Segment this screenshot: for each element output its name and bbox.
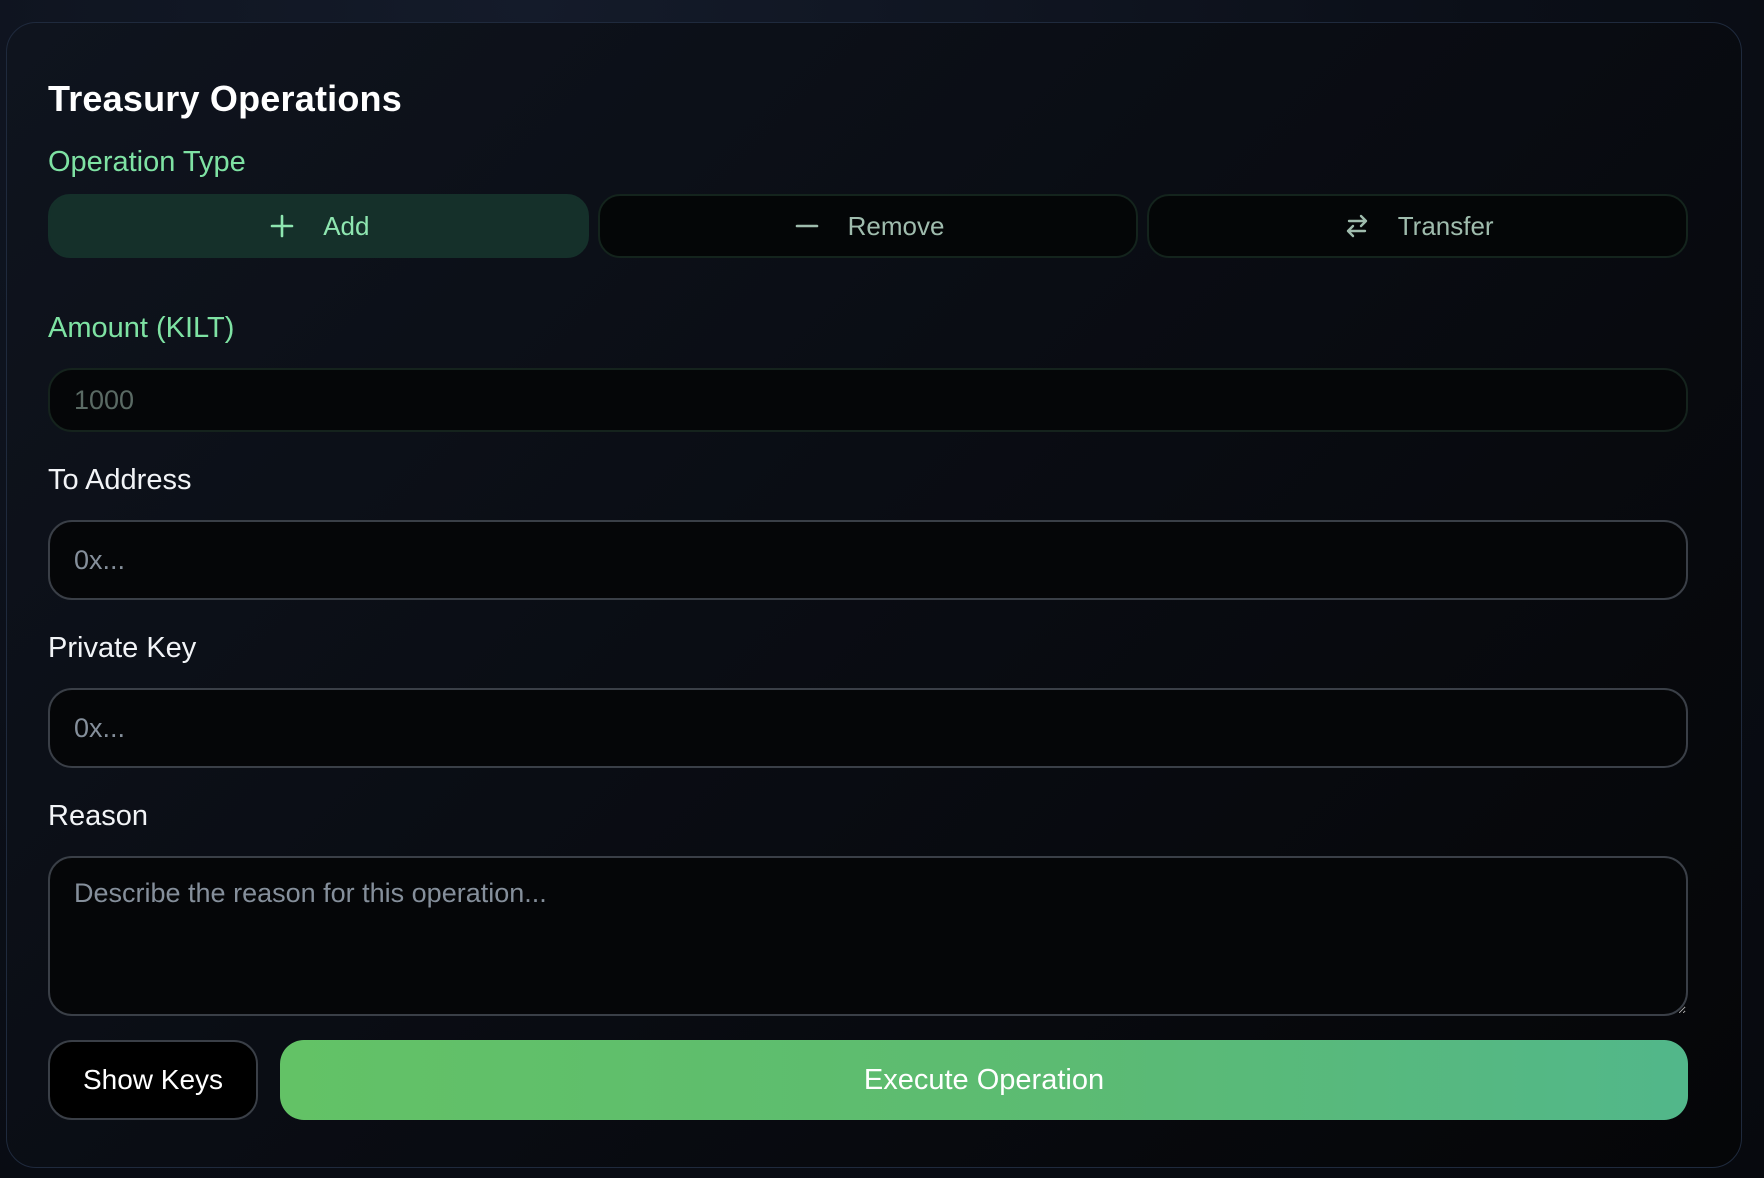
amount-label: Amount (KILT) xyxy=(48,312,235,344)
operation-add-button[interactable]: Add xyxy=(48,194,589,258)
private-key-label: Private Key xyxy=(48,632,197,664)
to-address-input[interactable] xyxy=(48,520,1688,600)
operation-remove-label: Remove xyxy=(847,210,945,241)
reason-label: Reason xyxy=(48,800,148,832)
minus-icon xyxy=(792,211,822,241)
private-key-input[interactable] xyxy=(48,688,1688,768)
panel-title: Treasury Operations xyxy=(48,78,402,119)
operation-type-label: Operation Type xyxy=(48,146,246,178)
operation-type-selector: Add Remove Transfer xyxy=(48,194,1689,258)
operation-remove-button[interactable]: Remove xyxy=(597,194,1139,258)
to-address-label: To Address xyxy=(48,464,192,496)
amount-input[interactable] xyxy=(48,368,1688,432)
show-keys-button[interactable]: Show Keys xyxy=(48,1040,258,1120)
reason-textarea[interactable] xyxy=(48,856,1688,1016)
execute-operation-button[interactable]: Execute Operation xyxy=(280,1040,1688,1120)
operation-transfer-button[interactable]: Transfer xyxy=(1147,194,1689,258)
transfer-arrows-icon xyxy=(1342,211,1372,241)
operation-add-label: Add xyxy=(323,210,370,241)
operation-transfer-label: Transfer xyxy=(1397,210,1494,241)
plus-icon xyxy=(267,211,297,241)
